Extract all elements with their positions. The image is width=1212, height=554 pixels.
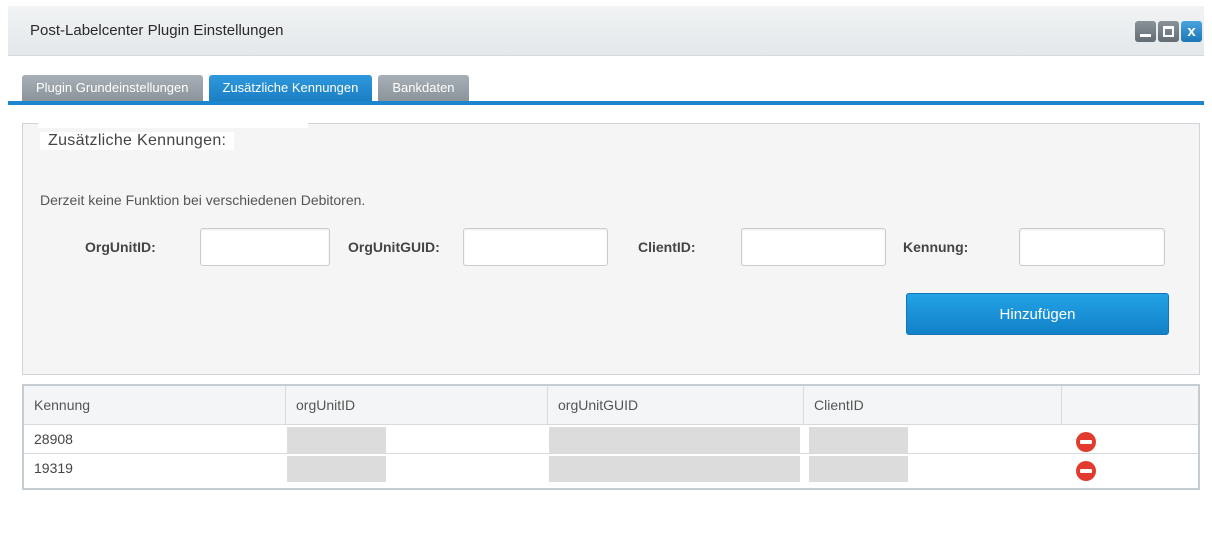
clientid-label: ClientID: [638,239,696,255]
column-header-clientid[interactable]: ClientID [804,386,1062,425]
redacted-orgunitid [287,427,386,453]
kennung-label: Kennung: [903,239,969,255]
tab-bankdaten[interactable]: Bankdaten [378,75,469,101]
tab-underline [8,101,1204,105]
cell-kennung: 19319 [34,460,73,476]
table-row[interactable]: 19319 [24,454,1198,483]
kennungen-table: Kennung orgUnitID orgUnitGUID ClientID 2… [22,384,1200,490]
redacted-orgunitguid [549,427,800,453]
orgunitid-input[interactable] [200,228,330,266]
table-header: Kennung orgUnitID orgUnitGUID ClientID [24,386,1198,425]
column-header-kennung[interactable]: Kennung [24,386,286,425]
info-text: Derzeit keine Funktion bei verschiedenen… [40,192,366,208]
settings-window: Post-Labelcenter Plugin Einstellungen x … [8,6,1204,546]
close-icon[interactable]: x [1181,21,1202,42]
column-header-actions [1062,386,1198,425]
clientid-input[interactable] [741,228,886,266]
titlebar: Post-Labelcenter Plugin Einstellungen x [8,6,1204,56]
orgunitguid-input[interactable] [463,228,608,266]
delete-icon[interactable] [1076,461,1096,481]
minimize-icon[interactable] [1135,21,1156,42]
orgunitid-label: OrgUnitID: [85,239,156,255]
maximize-icon[interactable] [1158,21,1179,42]
legend-background [38,120,308,128]
column-header-orgunitguid[interactable]: orgUnitGUID [548,386,804,425]
window-controls: x [1135,21,1202,42]
tab-plugin-grundeinstellungen[interactable]: Plugin Grundeinstellungen [22,75,203,101]
tab-zusaetzliche-kennungen[interactable]: Zusätzliche Kennungen [208,75,373,101]
redacted-clientid [809,427,908,453]
redacted-orgunitid [287,456,386,482]
cell-kennung: 28908 [34,431,73,447]
tab-bar: Plugin Grundeinstellungen Zusätzliche Ke… [22,75,469,101]
add-button[interactable]: Hinzufügen [906,293,1169,335]
column-header-orgunitid[interactable]: orgUnitID [286,386,548,425]
window-title: Post-Labelcenter Plugin Einstellungen [30,22,284,39]
fieldset-legend: Zusätzliche Kennungen: [40,132,235,150]
redacted-orgunitguid [549,456,800,482]
delete-icon[interactable] [1076,432,1096,452]
redacted-clientid [809,456,908,482]
orgunitguid-label: OrgUnitGUID: [348,239,440,255]
table-row[interactable]: 28908 [24,425,1198,454]
kennung-input[interactable] [1019,228,1165,266]
